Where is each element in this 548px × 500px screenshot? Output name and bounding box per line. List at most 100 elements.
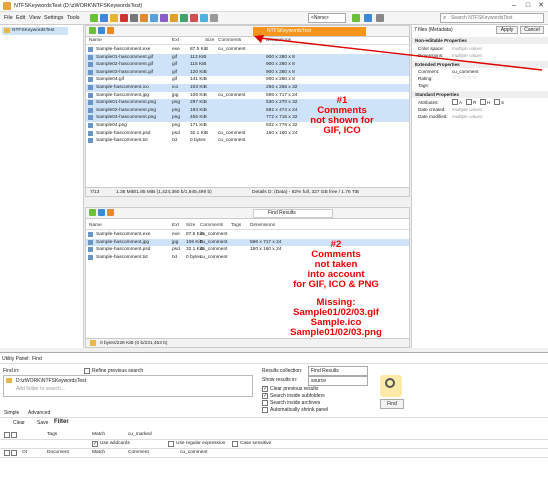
minimize-button[interactable]: – bbox=[508, 1, 520, 11]
row-checkbox[interactable] bbox=[11, 432, 17, 438]
save-button[interactable]: Save bbox=[37, 420, 48, 426]
row-checkbox[interactable] bbox=[4, 450, 10, 456]
filter-row[interactable]: Tags Match cu_marked bbox=[0, 431, 548, 440]
filter-icon[interactable] bbox=[160, 14, 168, 22]
tag-icon[interactable] bbox=[180, 14, 188, 22]
find-button[interactable]: Find bbox=[380, 399, 404, 409]
anno-line: for GIF, ICO & PNG bbox=[293, 279, 379, 290]
run-icon[interactable] bbox=[352, 14, 360, 22]
file-row[interactable]: Sample-hascomment.ico ico 103 KiB 256 x 256… bbox=[86, 84, 409, 92]
row-checkbox[interactable] bbox=[11, 450, 17, 456]
file-size: 297 KiB bbox=[190, 100, 207, 106]
flag-icon[interactable] bbox=[190, 14, 198, 22]
view-dropdown[interactable]: <None> bbox=[308, 13, 346, 23]
layout-icon[interactable] bbox=[140, 14, 148, 22]
property-value[interactable]: multiple values bbox=[452, 114, 482, 119]
help-icon[interactable] bbox=[376, 14, 384, 22]
nav-back-icon[interactable] bbox=[89, 209, 96, 216]
tree-root-label[interactable]: NTFSKeywordsTest bbox=[12, 28, 54, 33]
maximize-button[interactable]: □ bbox=[522, 1, 534, 11]
copy-icon[interactable] bbox=[130, 14, 138, 22]
option-checkbox[interactable] bbox=[262, 400, 268, 406]
file-comment: cu_comment bbox=[218, 47, 246, 52]
settings-icon[interactable] bbox=[210, 14, 218, 22]
result-row[interactable]: Sample-hascomment.exe exe 87.5 KiB cu_comme… bbox=[86, 231, 409, 239]
menu-tools[interactable]: Tools bbox=[67, 15, 80, 21]
row-checkbox[interactable] bbox=[4, 432, 10, 438]
col-size[interactable]: Size bbox=[186, 223, 195, 228]
file-icon bbox=[88, 107, 93, 113]
tab-find-results[interactable]: Find Results bbox=[253, 209, 333, 218]
nav-back-icon[interactable] bbox=[89, 27, 96, 34]
search-path[interactable]: D:\zWORK\NTFSKeywordsTest bbox=[16, 378, 86, 384]
col-comments[interactable]: Comments bbox=[218, 38, 241, 43]
filter-value: cu_marked bbox=[128, 432, 152, 437]
pane-toolbar: Find Results bbox=[86, 208, 409, 219]
folder-icon bbox=[90, 340, 96, 346]
wildcards-label: Use wildcards bbox=[100, 441, 130, 446]
file-icon bbox=[88, 47, 93, 52]
menu-edit[interactable]: Edit bbox=[16, 15, 25, 21]
col-dimensions[interactable]: Dimensions bbox=[250, 223, 275, 228]
col-ext[interactable]: Ext bbox=[172, 223, 179, 228]
col-tags[interactable]: Tags bbox=[231, 223, 241, 228]
tab-advanced[interactable]: Advanced bbox=[28, 410, 50, 416]
file-ext: psd bbox=[172, 247, 180, 253]
forward-icon[interactable] bbox=[100, 14, 108, 22]
filter-row[interactable]: Or Document Match Comment cu_comment bbox=[0, 449, 548, 458]
refine-checkbox[interactable] bbox=[84, 368, 90, 374]
case-checkbox[interactable] bbox=[232, 441, 238, 447]
col-name[interactable]: Name bbox=[89, 38, 102, 43]
status-bar: 7/13 1.35 MiB/1.85 MiB (1,424,360 b/1,94… bbox=[86, 187, 409, 196]
close-button[interactable]: ✕ bbox=[535, 1, 547, 11]
annotation-arrow bbox=[254, 35, 543, 71]
menu-file[interactable]: File bbox=[4, 15, 13, 21]
back-icon[interactable] bbox=[90, 14, 98, 22]
file-icon bbox=[88, 239, 93, 245]
metadata-row: Attributes: A R H S bbox=[412, 98, 548, 106]
annotation-2: #2 Comments not taken into account for G… bbox=[262, 240, 410, 338]
option-checkbox[interactable]: ✓ bbox=[262, 386, 268, 392]
attribute-checkbox[interactable] bbox=[494, 98, 500, 105]
delete-icon[interactable] bbox=[120, 14, 128, 22]
col-ext[interactable]: Ext bbox=[172, 38, 179, 43]
star-icon[interactable] bbox=[170, 14, 178, 22]
regex-checkbox[interactable] bbox=[168, 441, 174, 447]
col-name[interactable]: Name bbox=[89, 223, 102, 228]
option-checkbox[interactable] bbox=[262, 407, 268, 413]
results-collection-select[interactable]: Find Results bbox=[308, 366, 368, 376]
refresh-icon[interactable] bbox=[200, 14, 208, 22]
clear-button[interactable]: Clear bbox=[13, 420, 25, 426]
add-folder-link[interactable]: Add folder to search... bbox=[16, 386, 65, 392]
col-size[interactable]: Size bbox=[205, 38, 214, 43]
file-row[interactable]: Sample-hascomment.txt txt 0 bytes cu_commen… bbox=[86, 137, 409, 145]
nav-forward-icon[interactable] bbox=[98, 209, 105, 216]
view-icon[interactable] bbox=[150, 14, 158, 22]
filter-row[interactable]: ✓ Use wildcards Use regular expression Case… bbox=[0, 440, 548, 449]
menu-view[interactable]: View bbox=[29, 15, 41, 21]
option-checkbox[interactable]: ✓ bbox=[262, 393, 268, 399]
filter-field: Tags bbox=[47, 432, 58, 437]
col-comments[interactable]: Comments bbox=[200, 223, 223, 228]
menu-settings[interactable]: Settings bbox=[44, 15, 63, 21]
folder-icon[interactable] bbox=[110, 14, 118, 22]
file-size: 106 KiB bbox=[190, 92, 207, 98]
metadata-section-header[interactable]: Standard Properties bbox=[412, 91, 548, 98]
attribute-checkbox[interactable] bbox=[466, 98, 472, 105]
attribute-checkbox[interactable] bbox=[452, 98, 458, 105]
utility-mode[interactable]: Find bbox=[32, 356, 42, 362]
tab-simple[interactable]: Simple bbox=[4, 410, 19, 416]
file-size: 87.5 KiB bbox=[190, 47, 209, 52]
attribute-checkbox[interactable] bbox=[480, 98, 486, 105]
file-size: 455 KiB bbox=[190, 115, 207, 121]
nav-up-icon[interactable] bbox=[107, 27, 114, 34]
show-results-select[interactable]: source bbox=[308, 376, 368, 386]
file-ext: jpg bbox=[172, 239, 179, 245]
find-in-list[interactable]: D:\zWORK\NTFSKeywordsTest Add folder to … bbox=[3, 375, 253, 397]
search-input[interactable]: Search NTFSKeywordsTest bbox=[440, 13, 544, 23]
wildcards-checkbox[interactable]: ✓ bbox=[92, 441, 98, 447]
property-value[interactable]: multiple values bbox=[452, 107, 482, 112]
nav-up-icon[interactable] bbox=[107, 209, 114, 216]
panel-icon[interactable] bbox=[364, 14, 372, 22]
nav-forward-icon[interactable] bbox=[98, 27, 105, 34]
